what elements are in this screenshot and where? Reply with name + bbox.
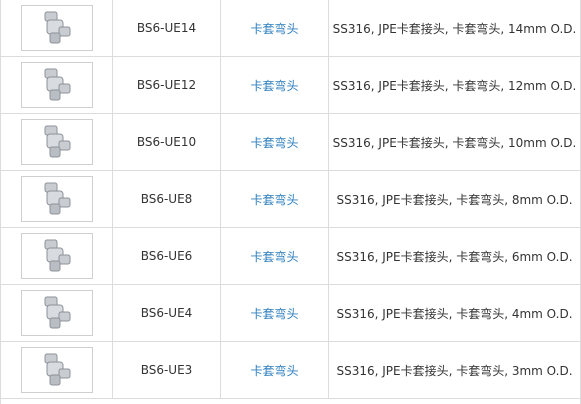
union-elbow-fitting-image <box>44 125 70 158</box>
product-thumbnail[interactable] <box>20 290 93 336</box>
union-elbow-fitting-image <box>44 353 70 386</box>
part-code: BS6-UE10 <box>136 135 197 149</box>
part-code: BS6-UE4 <box>140 306 193 320</box>
union-elbow-fitting-image <box>44 68 70 101</box>
part-code: BS6-UE14 <box>136 21 197 35</box>
product-thumbnail[interactable] <box>20 176 93 222</box>
product-name-cell: 卡套弯头 <box>221 342 329 398</box>
product-description: SS316, JPE卡套接头, 卡套弯头, 3mm O.D. <box>336 363 573 378</box>
table-row: BS6-UE6 卡套弯头 SS316, JPE卡套接头, 卡套弯头, 6mm O… <box>1 228 580 285</box>
image-cell <box>1 171 113 227</box>
part-code-cell: BS6-UE8 <box>113 171 221 227</box>
product-name-link[interactable]: 卡套弯头 <box>250 20 298 37</box>
image-cell <box>1 57 113 113</box>
part-code-cell: BS6-UE6 <box>113 228 221 284</box>
product-name-link[interactable]: 卡套弯头 <box>250 77 298 94</box>
table-row: BS6-UE3 卡套弯头 SS316, JPE卡套接头, 卡套弯头, 3mm O… <box>1 342 580 399</box>
product-name-link[interactable]: 卡套弯头 <box>250 191 298 208</box>
product-name-cell: 卡套弯头 <box>221 228 329 284</box>
product-table: BS6-UE14 卡套弯头 SS316, JPE卡套接头, 卡套弯头, 14mm… <box>0 0 581 404</box>
image-cell <box>1 342 113 398</box>
description-cell: SS316, JPE卡套接头, 卡套弯头, 10mm O.D. <box>329 114 580 170</box>
product-name-link[interactable]: 卡套弯头 <box>250 248 298 265</box>
part-code-cell: BS6-UE10 <box>113 114 221 170</box>
product-description: SS316, JPE卡套接头, 卡套弯头, 6mm O.D. <box>336 249 573 264</box>
description-cell: SS316, JPE卡套接头, 卡套弯头, 6mm O.D. <box>329 228 580 284</box>
table-row: BS6-UE12 卡套弯头 SS316, JPE卡套接头, 卡套弯头, 12mm… <box>1 57 580 114</box>
description-cell: SS316, JPE卡套接头, 卡套弯头, 3mm O.D. <box>329 342 580 398</box>
table-row: BS6-UE4 卡套弯头 SS316, JPE卡套接头, 卡套弯头, 4mm O… <box>1 285 580 342</box>
product-name-cell: 卡套弯头 <box>221 114 329 170</box>
product-name-cell: 卡套弯头 <box>221 57 329 113</box>
product-thumbnail[interactable] <box>20 119 93 165</box>
description-cell: SS316, JPE卡套接头, 卡套弯头, 14mm O.D. <box>329 0 580 56</box>
image-cell <box>1 285 113 341</box>
table-row: BS6-UE10 卡套弯头 SS316, JPE卡套接头, 卡套弯头, 10mm… <box>1 114 580 171</box>
product-name-link[interactable]: 卡套弯头 <box>250 305 298 322</box>
union-elbow-fitting-image <box>44 182 70 215</box>
description-cell: SS316, JPE卡套接头, 卡套弯头, 8mm O.D. <box>329 171 580 227</box>
part-code-cell: BS6-UE14 <box>113 0 221 56</box>
description-cell: SS316, JPE卡套接头, 卡套弯头, 4mm O.D. <box>329 285 580 341</box>
part-code-cell: BS6-UE12 <box>113 57 221 113</box>
part-code: BS6-UE6 <box>140 249 193 263</box>
product-name-cell: 卡套弯头 <box>221 171 329 227</box>
product-name-link[interactable]: 卡套弯头 <box>250 362 298 379</box>
product-name-cell: 卡套弯头 <box>221 0 329 56</box>
part-code-cell: BS6-UE3 <box>113 342 221 398</box>
part-code: BS6-UE12 <box>136 78 197 92</box>
table-row: BS6-UE8 卡套弯头 SS316, JPE卡套接头, 卡套弯头, 8mm O… <box>1 171 580 228</box>
product-description: SS316, JPE卡套接头, 卡套弯头, 4mm O.D. <box>336 306 573 321</box>
image-cell <box>1 114 113 170</box>
union-elbow-fitting-image <box>44 11 70 44</box>
description-cell: SS316, JPE卡套接头, 卡套弯头, 12mm O.D. <box>329 57 580 113</box>
image-cell <box>1 0 113 56</box>
part-code-cell: BS6-UE4 <box>113 285 221 341</box>
product-thumbnail[interactable] <box>20 347 93 393</box>
product-thumbnail[interactable] <box>20 233 93 279</box>
product-description: SS316, JPE卡套接头, 卡套弯头, 12mm O.D. <box>332 78 577 93</box>
union-elbow-fitting-image <box>44 296 70 329</box>
union-elbow-fitting-image <box>44 239 70 272</box>
part-code: BS6-UE3 <box>140 363 193 377</box>
product-name-cell: 卡套弯头 <box>221 285 329 341</box>
image-cell <box>1 228 113 284</box>
product-thumbnail[interactable] <box>20 62 93 108</box>
product-description: SS316, JPE卡套接头, 卡套弯头, 8mm O.D. <box>336 192 573 207</box>
product-description: SS316, JPE卡套接头, 卡套弯头, 14mm O.D. <box>332 21 577 36</box>
table-row: BS6-UE14 卡套弯头 SS316, JPE卡套接头, 卡套弯头, 14mm… <box>1 0 580 57</box>
product-thumbnail[interactable] <box>20 5 93 51</box>
product-name-link[interactable]: 卡套弯头 <box>250 134 298 151</box>
product-description: SS316, JPE卡套接头, 卡套弯头, 10mm O.D. <box>332 135 577 150</box>
part-code: BS6-UE8 <box>140 192 193 206</box>
